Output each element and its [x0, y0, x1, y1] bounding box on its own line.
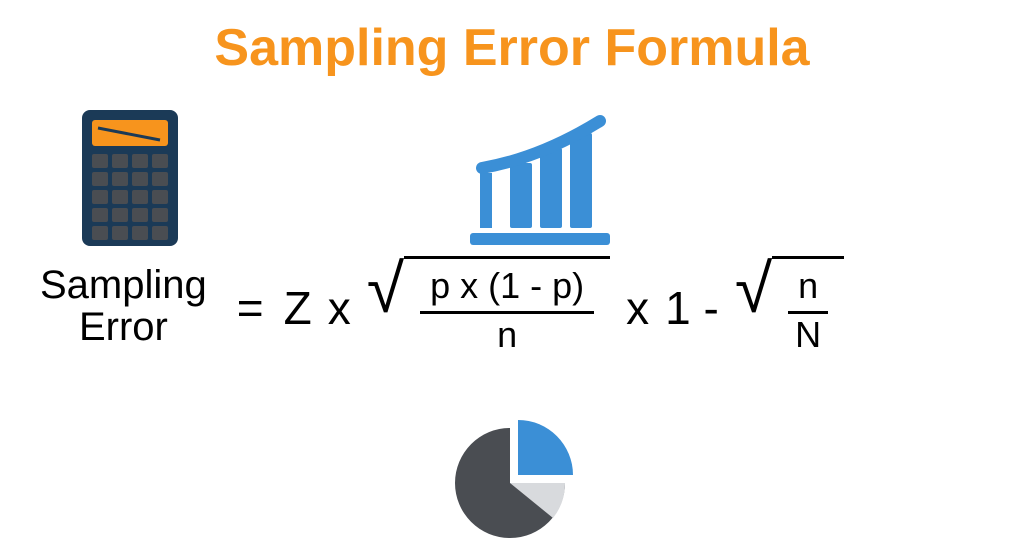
frac2-numerator: n — [788, 265, 828, 314]
fraction-1: p x (1 - p) n — [404, 256, 610, 356]
multiply-1: x — [328, 281, 351, 335]
lhs-line2: Error — [40, 306, 207, 348]
frac2-denominator: N — [795, 312, 821, 355]
calculator-icon — [80, 108, 180, 248]
radical-icon-2: √ — [735, 264, 772, 315]
frac1-numerator: p x (1 - p) — [420, 265, 594, 314]
sqrt-2: √ n N — [735, 258, 844, 358]
formula: Sampling Error = Z x √ p x (1 - p) n x 1… — [40, 258, 1000, 358]
frac1-denominator: n — [497, 312, 517, 355]
equals-sign: = — [237, 281, 264, 335]
bar-chart-icon — [460, 113, 620, 253]
z-term: Z — [284, 281, 312, 335]
multiply-2: x — [626, 281, 649, 335]
sqrt-1: √ p x (1 - p) n — [367, 258, 610, 358]
formula-lhs: Sampling Error — [40, 264, 207, 348]
radical-icon: √ — [367, 264, 404, 315]
fraction-2: n N — [772, 256, 844, 356]
pie-chart-icon — [450, 418, 580, 538]
page-title: Sampling Error Formula — [0, 18, 1024, 78]
lhs-line1: Sampling — [40, 264, 207, 306]
one-minus: 1 - — [665, 281, 719, 335]
